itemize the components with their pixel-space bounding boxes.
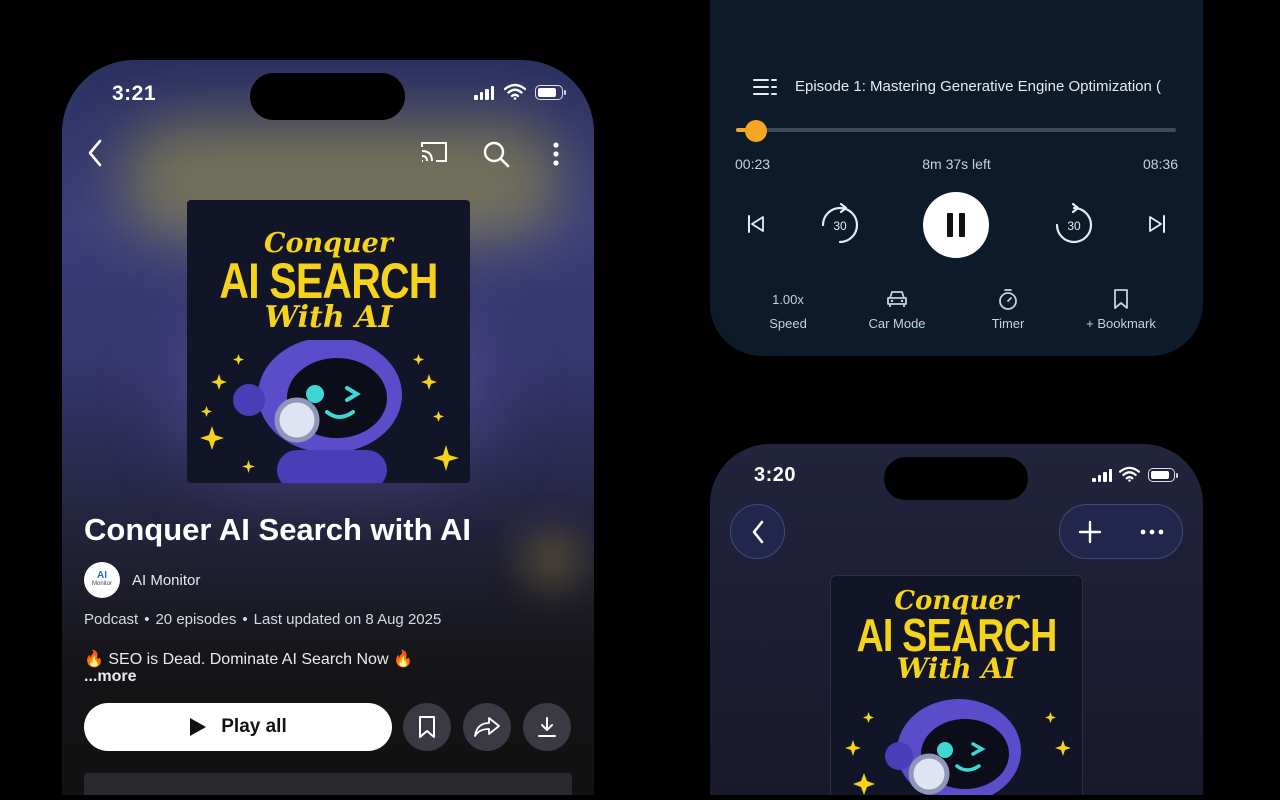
more-horizontal-icon[interactable] bbox=[1140, 529, 1164, 535]
more-vertical-icon bbox=[553, 142, 559, 166]
meta-updated: Last updated on 8 Aug 2025 bbox=[253, 611, 442, 628]
cast-button[interactable] bbox=[418, 138, 450, 166]
search-button[interactable] bbox=[480, 138, 512, 170]
podcast-title: Conquer AI Search with AI bbox=[84, 512, 471, 547]
skip-previous-icon bbox=[748, 215, 764, 233]
car-icon bbox=[887, 291, 907, 307]
robot-illustration bbox=[845, 699, 1071, 795]
queue-list-icon bbox=[753, 79, 777, 95]
cover-line-3: With AI bbox=[896, 652, 1017, 685]
back-button[interactable] bbox=[730, 504, 785, 559]
timer-icon bbox=[999, 289, 1017, 310]
pause-icon-bar bbox=[947, 213, 953, 237]
bookmark-icon bbox=[419, 716, 435, 738]
cover-line-3: With AI bbox=[264, 300, 393, 335]
more-link[interactable]: ...more bbox=[84, 668, 136, 686]
speed-value: 1.00x bbox=[772, 291, 804, 307]
play-all-label: Play all bbox=[221, 716, 287, 737]
avatar: AI Monitor bbox=[84, 562, 120, 598]
car-mode-button[interactable]: Car Mode bbox=[862, 288, 932, 331]
podcast-meta: Podcast • 20 episodes • Last updated on 8 Au… bbox=[84, 611, 442, 628]
author-name: AI Monitor bbox=[132, 571, 201, 589]
bookmark-icon bbox=[1114, 289, 1128, 309]
next-button[interactable] bbox=[1145, 212, 1169, 236]
forward-30-button[interactable]: 30 bbox=[1052, 202, 1096, 246]
meta-type: Podcast bbox=[84, 611, 139, 628]
avatar-text: AI bbox=[97, 570, 107, 581]
chevron-left-icon bbox=[88, 139, 102, 167]
more-options-button[interactable] bbox=[546, 138, 566, 170]
bookmark-button[interactable]: + Bookmark bbox=[1080, 288, 1162, 331]
podcast-cover-art: Conquer AI SEARCH With AI bbox=[830, 575, 1083, 795]
save-button[interactable] bbox=[403, 703, 451, 751]
speed-button[interactable]: 1.00x Speed bbox=[758, 288, 818, 332]
battery-icon bbox=[1148, 468, 1178, 482]
status-time: 3:20 bbox=[754, 464, 797, 486]
background-glow bbox=[522, 530, 582, 590]
download-button[interactable] bbox=[523, 703, 571, 751]
add-icon[interactable] bbox=[1078, 520, 1102, 544]
time-remaining: 8m 37s left bbox=[922, 156, 991, 172]
wifi-icon bbox=[1119, 466, 1140, 482]
timer-button[interactable]: Timer bbox=[978, 288, 1038, 331]
speed-label: Speed bbox=[769, 316, 807, 331]
podcast-screen-alt: 3:20 Conquer AI SEARCH With AI bbox=[710, 444, 1203, 795]
queue-button[interactable] bbox=[752, 76, 778, 98]
car-mode-label: Car Mode bbox=[868, 316, 926, 331]
status-time: 3:21 bbox=[112, 82, 157, 105]
dynamic-island bbox=[884, 457, 1028, 500]
progress-knob[interactable] bbox=[744, 120, 767, 142]
author-row[interactable]: AI Monitor AI Monitor bbox=[84, 562, 200, 598]
avatar-subtext: Monitor bbox=[91, 581, 112, 587]
timer-label: Timer bbox=[991, 316, 1025, 331]
podcast-description: 🔥 SEO is Dead. Dominate AI Search Now 🔥 bbox=[84, 651, 413, 668]
download-icon bbox=[538, 717, 556, 737]
forward-icon: 30 bbox=[1055, 203, 1093, 244]
episode-list-item[interactable] bbox=[84, 773, 572, 795]
action-pill bbox=[1059, 504, 1183, 559]
progress-track[interactable] bbox=[736, 128, 1176, 132]
rewind-label: 30 bbox=[833, 219, 847, 233]
share-button[interactable] bbox=[463, 703, 511, 751]
episode-player: Episode 1: Mastering Generative Engine O… bbox=[710, 0, 1203, 356]
total-duration: 08:36 bbox=[1142, 156, 1178, 172]
previous-button[interactable] bbox=[744, 212, 768, 236]
chevron-left-icon bbox=[752, 520, 763, 543]
play-icon bbox=[190, 718, 207, 736]
bookmark-label: + Bookmark bbox=[1086, 316, 1156, 331]
battery-icon bbox=[535, 85, 566, 100]
skip-next-icon bbox=[1149, 215, 1165, 233]
podcast-cover-art: Conquer AI SEARCH With AI bbox=[187, 200, 470, 483]
wifi-icon bbox=[504, 83, 526, 100]
pause-button[interactable] bbox=[923, 192, 989, 258]
episode-title: Episode 1: Mastering Generative Engine O… bbox=[795, 78, 1161, 95]
cast-icon bbox=[421, 142, 447, 162]
back-button[interactable] bbox=[82, 136, 108, 170]
rewind-30-button[interactable]: 30 bbox=[818, 202, 862, 246]
share-icon bbox=[474, 717, 500, 737]
play-all-button[interactable]: Play all bbox=[84, 703, 392, 751]
cellular-signal-icon bbox=[474, 86, 494, 100]
pause-icon-bar bbox=[959, 213, 965, 237]
search-icon bbox=[483, 141, 510, 168]
dynamic-island bbox=[250, 73, 405, 120]
meta-episodes: 20 episodes bbox=[155, 611, 237, 628]
rewind-icon: 30 bbox=[821, 203, 859, 244]
podcast-detail-screen: 3:21 Conquer AI SEARCH With AI Conquer A… bbox=[62, 60, 594, 795]
forward-label: 30 bbox=[1067, 219, 1081, 233]
cellular-signal-icon bbox=[1092, 469, 1112, 482]
robot-illustration bbox=[200, 340, 459, 483]
